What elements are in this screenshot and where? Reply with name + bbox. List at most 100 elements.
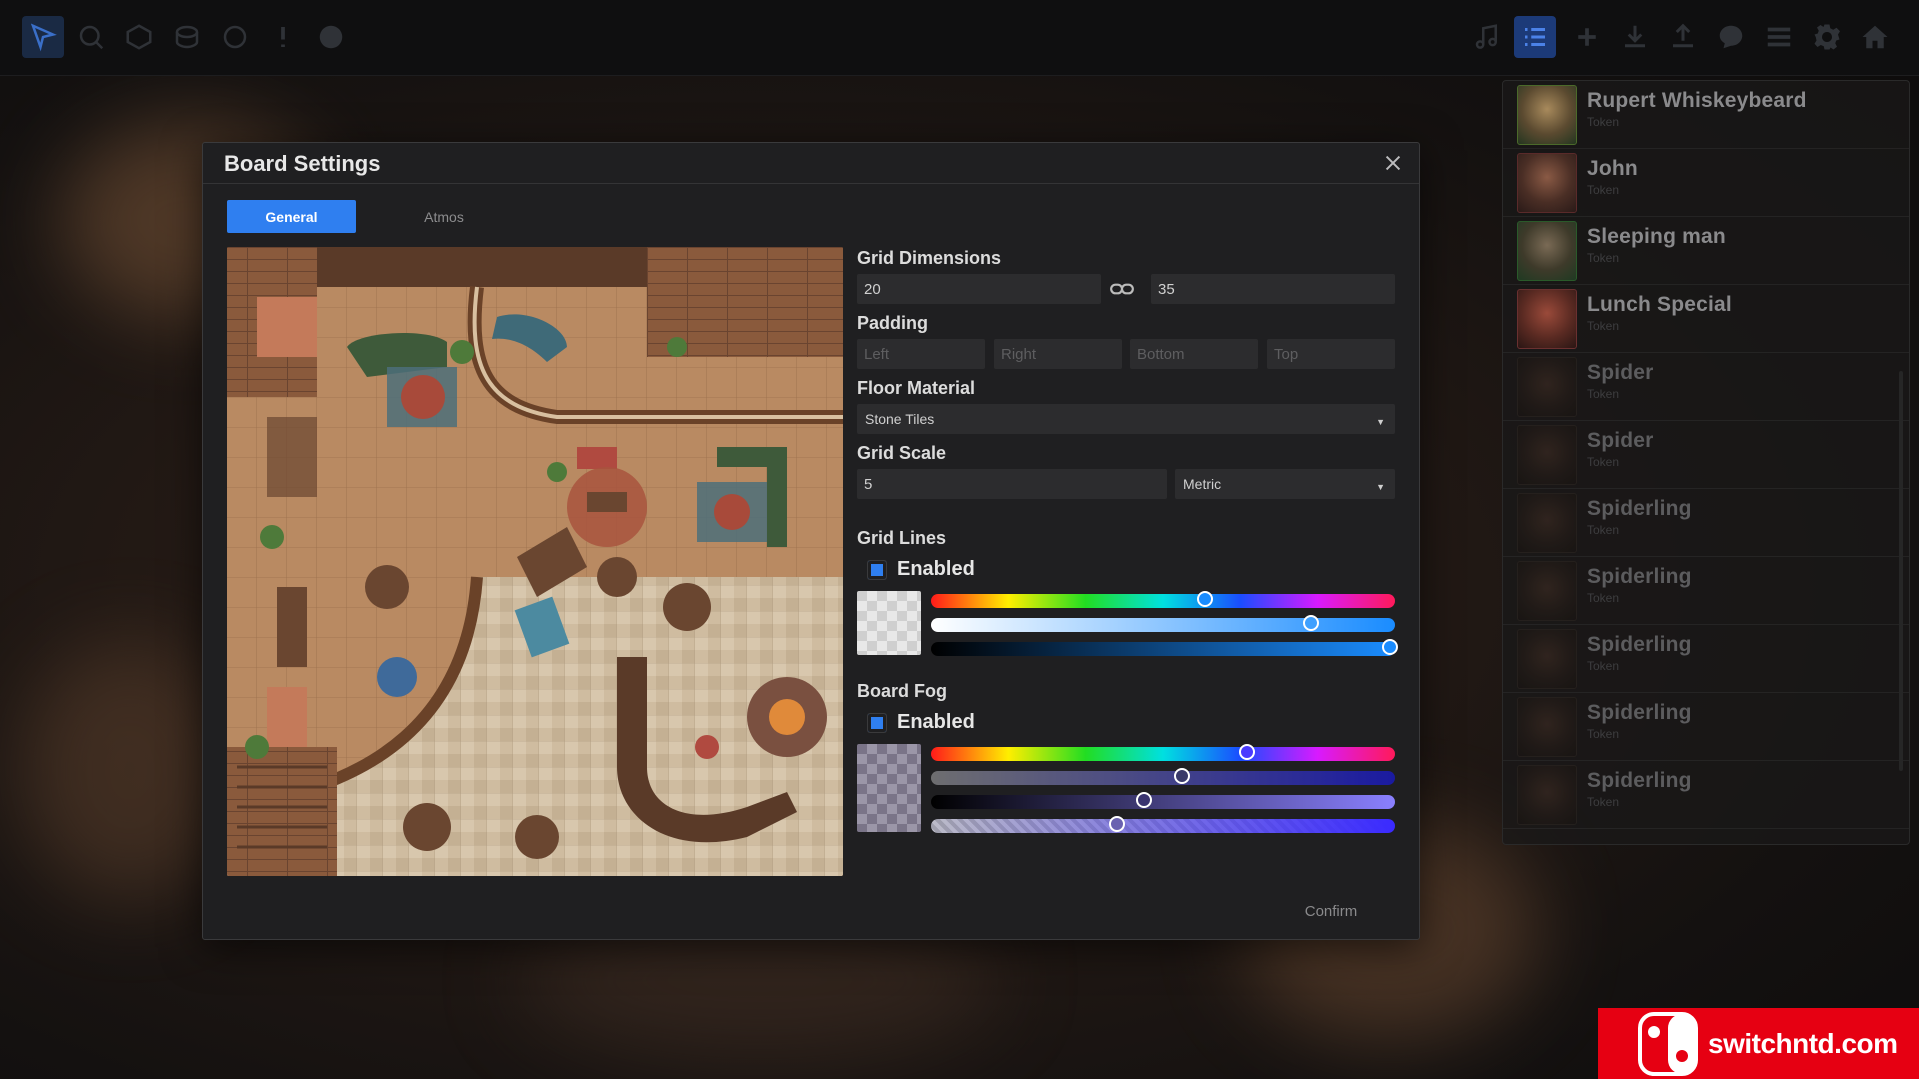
padding-right-input[interactable]: Right [994,339,1122,369]
switchntd-watermark: switchntd.com [1598,1008,1919,1079]
gear-icon[interactable] [1806,16,1848,58]
token-avatar [1517,357,1577,417]
board-fog-alpha-slider[interactable] [931,816,1395,833]
token-type: Token [1587,387,1620,401]
board-fog-saturation-knob[interactable] [1173,768,1190,784]
board-fog-hue-knob[interactable] [1238,744,1255,760]
board-map-preview [227,247,843,876]
token-avatar [1517,629,1577,689]
caret-down-icon: ▼ [1376,482,1385,492]
token-item[interactable]: Spider Token [1503,421,1909,489]
grid-lines-label: Grid Lines [857,528,947,548]
token-item[interactable]: Spiderling Token [1503,693,1909,761]
board-fog-enabled-label: Enabled [897,711,975,733]
token-name: Spiderling [1587,497,1692,520]
token-name: John [1587,157,1638,180]
grid-scale-unit-value: Metric [1183,476,1222,492]
token-avatar [1517,765,1577,825]
tab-atmos[interactable]: Atmos [388,200,500,233]
token-type: Token [1587,251,1620,265]
token-item[interactable]: John Token [1503,149,1909,217]
settings-tabs: General Atmos [227,200,500,233]
grid-lines-enabled-checkbox[interactable] [868,561,886,579]
token-type: Token [1587,319,1620,333]
grid-lines-hue-slider[interactable] [931,591,1395,608]
board-fog-label: Board Fog [857,681,947,701]
board-fog-hue-slider[interactable] [931,744,1395,761]
watermark-text: switchntd.com [1708,1027,1898,1059]
grid-lines-enabled-label: Enabled [897,558,975,580]
stack-icon[interactable] [166,16,208,58]
pointer-icon[interactable] [22,16,64,58]
board-fog-brightness-knob[interactable] [1136,792,1153,808]
alert-icon[interactable] [262,16,304,58]
token-name: Spider [1587,429,1654,452]
board-fog-enabled-checkbox[interactable] [868,714,886,732]
shape-icon[interactable] [214,16,256,58]
token-item[interactable]: Spiderling Token [1503,489,1909,557]
token-item[interactable]: Spiderling Token [1503,557,1909,625]
caret-down-icon: ▼ [1376,417,1385,427]
padding-bottom-input[interactable]: Bottom [1130,339,1258,369]
grid-height-input[interactable]: 35 [1151,274,1395,304]
grid-lines-saturation-knob[interactable] [1303,615,1320,631]
confirm-button[interactable]: Confirm [1293,899,1369,923]
switch-logo-icon [1638,1011,1698,1076]
token-type: Token [1587,591,1620,605]
padding-label: Padding [857,313,928,333]
floor-material-select[interactable]: Stone Tiles ▼ [857,404,1395,434]
grid-lines-saturation-slider[interactable] [931,615,1395,632]
grid-scale-unit-select[interactable]: Metric ▼ [1175,469,1395,499]
padding-left-input[interactable]: Left [857,339,985,369]
top-toolbar [0,0,1919,76]
upload-icon[interactable] [1662,16,1704,58]
dice-icon[interactable] [118,16,160,58]
grid-lines-hue-knob[interactable] [1196,591,1213,607]
grid-lines-brightness-slider[interactable] [931,639,1399,656]
token-list-panel: Rupert Whiskeybeard Token John Token Sleep… [1502,80,1910,845]
sidebar-scrollbar[interactable] [1899,371,1903,771]
chat-icon[interactable] [1710,16,1752,58]
token-name: Rupert Whiskeybeard [1587,89,1807,112]
token-avatar [1517,493,1577,553]
grid-scale-input[interactable]: 5 [857,469,1167,499]
measure-icon[interactable] [70,16,112,58]
token-type: Token [1587,727,1620,741]
token-avatar [1517,289,1577,349]
board-fog-alpha-knob[interactable] [1108,816,1125,832]
list-icon[interactable] [1514,16,1556,58]
grid-lines-color-swatch[interactable] [857,591,921,655]
download-icon[interactable] [1614,16,1656,58]
padding-top-input[interactable]: Top [1267,339,1395,369]
token-avatar [1517,425,1577,485]
token-item[interactable]: Spiderling Token [1503,761,1909,829]
board-fog-brightness-slider[interactable] [931,792,1395,809]
token-type: Token [1587,183,1620,197]
token-item[interactable]: Rupert Whiskeybeard Token [1503,81,1909,149]
music-icon[interactable] [1466,16,1508,58]
token-avatar [1517,561,1577,621]
grid-icon[interactable] [310,16,352,58]
board-fog-color-swatch[interactable] [857,744,921,832]
dialog-header: Board Settings [203,143,1419,184]
link-icon[interactable] [1107,274,1137,304]
grid-scale-label: Grid Scale [857,443,947,463]
add-icon[interactable] [1566,16,1608,58]
grid-dimensions-label: Grid Dimensions [857,248,1002,268]
grid-lines-brightness-knob[interactable] [1382,639,1399,655]
token-item[interactable]: Spider Token [1503,353,1909,421]
token-item[interactable]: Spiderling Token [1503,625,1909,693]
grid-width-input[interactable]: 20 [857,274,1101,304]
token-item[interactable]: Sleeping man Token [1503,217,1909,285]
tab-general[interactable]: General [227,200,356,233]
board-fog-saturation-slider[interactable] [931,768,1395,785]
token-name: Sleeping man [1587,225,1726,248]
board-settings-dialog: Board Settings General Atmos Grid Dimens… [202,142,1420,940]
menu-icon[interactable] [1758,16,1800,58]
token-type: Token [1587,115,1620,129]
token-item[interactable]: Lunch Special Token [1503,285,1909,353]
close-icon[interactable] [1381,151,1405,175]
token-name: Spider [1587,361,1654,384]
token-type: Token [1587,659,1620,673]
home-icon[interactable] [1854,16,1896,58]
